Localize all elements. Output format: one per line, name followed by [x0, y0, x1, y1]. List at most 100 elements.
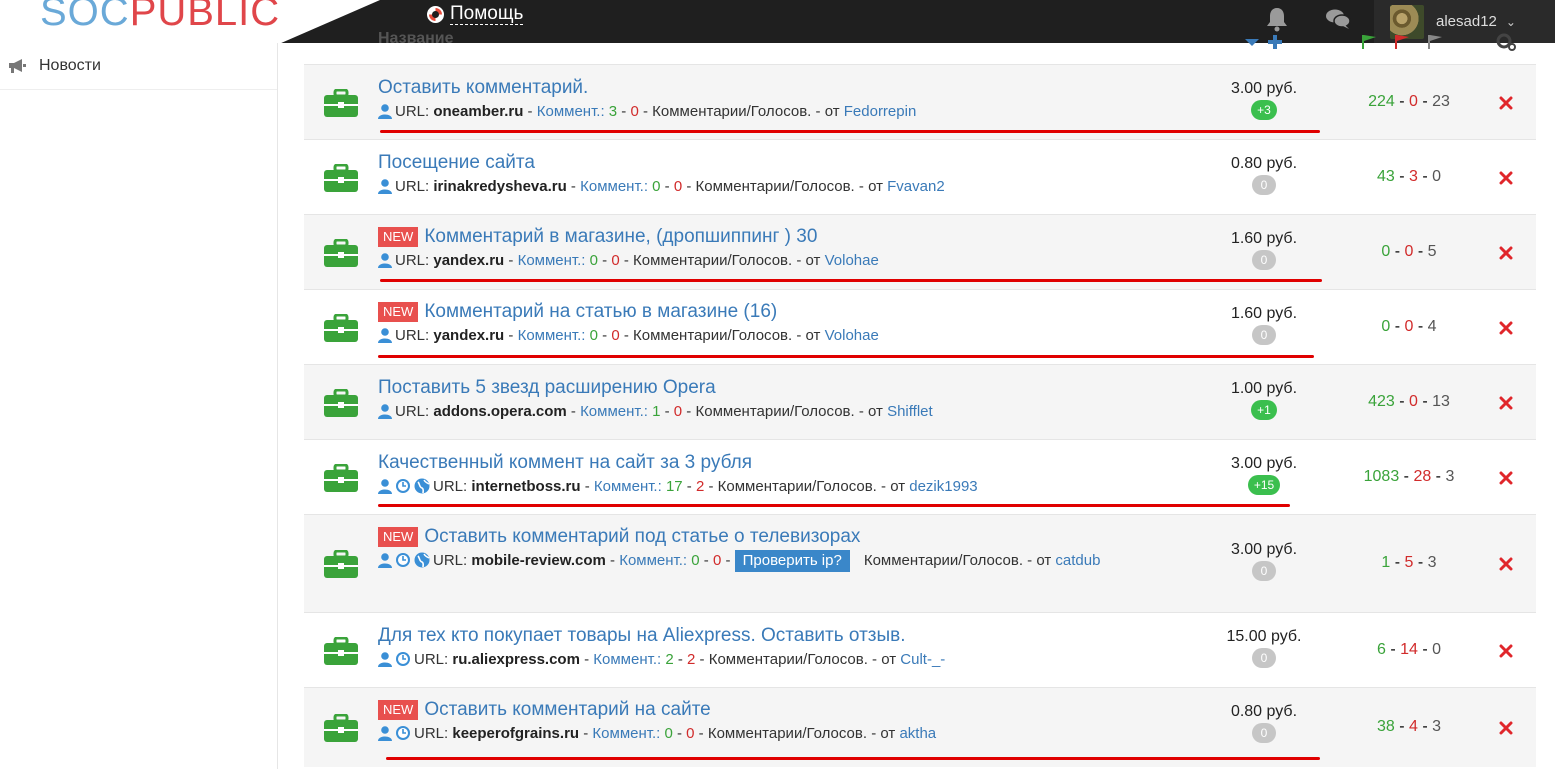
task-row[interactable]: NEW Комментарий на статью в магазине (16…	[304, 289, 1536, 364]
task-row[interactable]: NEW Оставить комментарий под статье о те…	[304, 514, 1536, 612]
task-url: keeperofgrains.ru	[452, 725, 580, 742]
clock-icon	[396, 479, 410, 493]
counter-pill: 0	[1252, 648, 1276, 668]
new-badge: NEW	[378, 700, 419, 720]
delete-icon[interactable]	[1499, 396, 1513, 410]
help-link[interactable]: Помощь	[427, 4, 524, 25]
task-title-line: Для тех кто покупает товары на Aliexpres…	[378, 624, 1276, 648]
annotation-underline	[378, 504, 1290, 507]
task-meta: URL: oneamber.ru - Коммент.: 3 - 0 - Ком…	[378, 101, 1276, 123]
sidebar-item-news[interactable]: Новости	[0, 43, 277, 90]
comments-link[interactable]: Коммент.:	[518, 252, 586, 269]
briefcase-icon	[324, 88, 358, 117]
counter-pill: +15	[1247, 475, 1281, 495]
delete-icon[interactable]	[1499, 644, 1513, 658]
task-stats: 1083 - 28 - 3	[1363, 467, 1455, 485]
task-row[interactable]: NEW Оставить комментарий на сайте URL: k…	[304, 687, 1536, 767]
annotation-underline	[378, 355, 1314, 358]
author-link[interactable]: Volohae	[825, 252, 879, 269]
check-ip-button[interactable]: Проверить ip?	[734, 550, 850, 572]
task-price: 1.60 руб. 0	[1224, 230, 1304, 270]
task-row[interactable]: Качественный коммент на сайт за 3 рубля …	[304, 439, 1536, 514]
user-icon	[378, 253, 392, 268]
task-meta: URL: mobile-review.com - Коммент.: 0 - 0…	[378, 550, 1276, 572]
task-title-link[interactable]: Поставить 5 звезд расширению Opera	[378, 377, 716, 399]
delete-icon[interactable]	[1499, 96, 1513, 110]
task-url: ru.aliexpress.com	[452, 651, 580, 668]
author-link[interactable]: Fvavan2	[887, 178, 945, 195]
author-link[interactable]: Cult-_-	[900, 651, 945, 668]
globe-icon	[414, 478, 430, 494]
delete-icon[interactable]	[1499, 171, 1513, 185]
comments-link[interactable]: Коммент.:	[537, 103, 605, 120]
author-link[interactable]: Volohae	[825, 327, 879, 344]
task-row[interactable]: NEW Комментарий в магазине, (дропшиппинг…	[304, 214, 1536, 289]
user-icon	[378, 104, 392, 119]
task-stats: 0 - 0 - 4	[1381, 317, 1437, 335]
delete-icon[interactable]	[1499, 721, 1513, 735]
briefcase-icon	[324, 550, 358, 578]
author-link[interactable]: aktha	[899, 725, 936, 742]
author-link[interactable]: dezik1993	[909, 478, 977, 495]
author-link[interactable]: Shifflet	[887, 403, 933, 420]
task-url: addons.opera.com	[433, 403, 567, 420]
user-icon	[378, 652, 392, 667]
counter-pill: 0	[1252, 250, 1276, 270]
task-title-line: NEW Комментарий на статью в магазине (16…	[378, 300, 1276, 324]
user-icon	[378, 404, 392, 419]
task-row[interactable]: Для тех кто покупает товары на Aliexpres…	[304, 612, 1536, 687]
comments-link[interactable]: Коммент.:	[594, 478, 662, 495]
task-title-line: NEW Комментарий в магазине, (дропшиппинг…	[378, 225, 1276, 249]
logo[interactable]: SOCPUBLIC	[40, 0, 280, 35]
task-title-line: Поставить 5 звезд расширению Opera	[378, 376, 1276, 400]
task-price: 15.00 руб. 0	[1224, 628, 1304, 668]
author-link[interactable]: catdub	[1055, 552, 1100, 569]
comments-link[interactable]: Коммент.:	[592, 725, 660, 742]
delete-icon[interactable]	[1499, 471, 1513, 485]
lifebuoy-icon	[427, 6, 444, 23]
settings-icon[interactable]	[1496, 33, 1516, 51]
comments-link[interactable]: Коммент.:	[593, 651, 661, 668]
column-header-name[interactable]: Название	[378, 30, 454, 48]
logo-area[interactable]: SOCPUBLIC	[0, 0, 380, 43]
top-bar: SOCPUBLIC Помощь alesad12 ⌄	[0, 0, 1555, 43]
task-body: Поставить 5 звезд расширению Opera URL: …	[378, 376, 1276, 423]
task-title-link[interactable]: Для тех кто покупает товары на Aliexpres…	[378, 625, 906, 647]
counter-pill: +1	[1251, 400, 1277, 420]
delete-icon[interactable]	[1499, 557, 1513, 571]
task-stats: 38 - 4 - 3	[1376, 718, 1442, 735]
task-body: Для тех кто покупает товары на Aliexpres…	[378, 624, 1276, 671]
task-body: Оставить комментарий. URL: oneamber.ru -…	[378, 76, 1276, 123]
sort-icons[interactable]	[1243, 35, 1283, 49]
task-row[interactable]: Поставить 5 звезд расширению Opera URL: …	[304, 364, 1536, 439]
task-meta: URL: internetboss.ru - Коммент.: 17 - 2 …	[378, 476, 1276, 498]
bell-icon[interactable]	[1266, 6, 1288, 32]
task-title-link[interactable]: Оставить комментарий.	[378, 77, 588, 99]
delete-icon[interactable]	[1499, 321, 1513, 335]
task-title-link[interactable]: Комментарий в магазине, (дропшиппинг ) 3…	[424, 226, 817, 248]
task-title-link[interactable]: Комментарий на статью в магазине (16)	[424, 301, 777, 323]
task-title-link[interactable]: Качественный коммент на сайт за 3 рубля	[378, 452, 752, 474]
task-row[interactable]: Посещение сайта URL: irinakredysheva.ru …	[304, 139, 1536, 214]
comments-link[interactable]: Коммент.:	[619, 552, 687, 569]
task-title-link[interactable]: Оставить комментарий на сайте	[424, 699, 710, 721]
task-stats: 423 - 0 - 13	[1368, 392, 1450, 410]
counter-pill: 0	[1252, 325, 1276, 345]
counter-pill: 0	[1252, 175, 1276, 195]
delete-icon[interactable]	[1499, 246, 1513, 260]
user-icon	[378, 726, 392, 741]
task-row[interactable]: Оставить комментарий. URL: oneamber.ru -…	[304, 64, 1536, 139]
task-body: NEW Комментарий в магазине, (дропшиппинг…	[378, 225, 1276, 272]
task-title-link[interactable]: Оставить комментарий под статье о телеви…	[424, 526, 860, 548]
author-link[interactable]: Fedorrepin	[844, 103, 917, 120]
task-meta: URL: irinakredysheva.ru - Коммент.: 0 - …	[378, 176, 1276, 198]
comments-link[interactable]: Коммент.:	[580, 403, 648, 420]
task-title-link[interactable]: Посещение сайта	[378, 152, 535, 174]
counter-pill: 0	[1252, 561, 1276, 581]
comments-link[interactable]: Коммент.:	[518, 327, 586, 344]
counter-pill: +3	[1251, 100, 1277, 120]
clock-icon	[396, 726, 410, 740]
globe-icon	[414, 552, 430, 568]
chat-icon[interactable]	[1325, 8, 1351, 30]
comments-link[interactable]: Коммент.:	[580, 178, 648, 195]
